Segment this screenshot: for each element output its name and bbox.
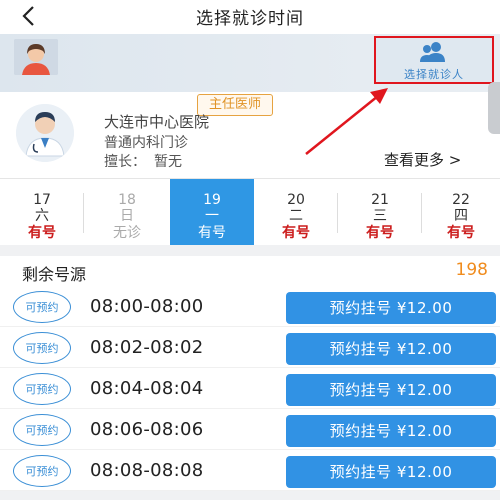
date-status: 有号 xyxy=(198,225,226,241)
date-day: 18 xyxy=(118,192,136,208)
date-17[interactable]: 17 六 有号 xyxy=(0,179,84,245)
date-weekday: 三 xyxy=(373,208,387,224)
book-button[interactable]: 预约挂号 ¥12.00 xyxy=(286,333,496,365)
date-day: 21 xyxy=(371,192,389,208)
available-stamp: 可预约 xyxy=(13,455,71,487)
remaining-label: 剩余号源 xyxy=(22,265,87,284)
book-button[interactable]: 预约挂号 ¥12.00 xyxy=(286,415,496,447)
date-22[interactable]: 22 四 有号 xyxy=(422,179,500,245)
available-stamp: 可预约 xyxy=(13,332,71,364)
slot-row: 可预约 08:02-08:02 预约挂号 ¥12.00 xyxy=(0,327,500,368)
remaining-slots-header: 剩余号源 198 xyxy=(0,256,500,286)
patient-avatar-icon xyxy=(14,39,58,75)
remaining-count: 198 xyxy=(455,260,488,280)
specialty-label: 擅长： xyxy=(104,154,146,170)
doctor-card: 主任医师 大连市中心医院 普通内科门诊 擅长： 暂无 查看更多 > xyxy=(0,92,500,178)
date-weekday: 六 xyxy=(35,208,49,224)
date-status: 有号 xyxy=(447,225,475,241)
doctor-avatar-icon xyxy=(16,104,74,162)
book-button[interactable]: 预约挂号 ¥12.00 xyxy=(286,456,496,488)
date-day: 17 xyxy=(33,192,51,208)
specialty-value: 暂无 xyxy=(154,154,182,170)
date-selector: 17 六 有号 18 日 无诊 19 一 有号 20 二 有号 21 三 有号 … xyxy=(0,178,500,245)
slot-row: 可预约 08:08-08:08 预约挂号 ¥12.00 xyxy=(0,450,500,491)
date-status: 有号 xyxy=(28,225,56,241)
available-stamp: 可预约 xyxy=(13,291,71,323)
department-name: 普通内科门诊 xyxy=(104,135,188,151)
date-weekday: 二 xyxy=(289,208,303,224)
hospital-name: 大连市中心医院 xyxy=(104,113,210,131)
header-bar: 选择就诊时间 xyxy=(0,0,500,34)
slot-list: 可预约 08:00-08:00 预约挂号 ¥12.00 可预约 08:02-08… xyxy=(0,286,500,491)
available-stamp: 可预约 xyxy=(13,414,71,446)
date-21[interactable]: 21 三 有号 xyxy=(338,179,422,245)
page-title: 选择就诊时间 xyxy=(196,9,304,29)
date-day: 19 xyxy=(203,192,221,208)
red-arrow-icon xyxy=(305,88,388,155)
slot-time: 08:00-08:00 xyxy=(90,296,204,317)
date-day: 20 xyxy=(287,192,305,208)
slot-row: 可预约 08:04-08:04 预约挂号 ¥12.00 xyxy=(0,368,500,409)
book-button[interactable]: 预约挂号 ¥12.00 xyxy=(286,374,496,406)
date-weekday: 四 xyxy=(454,208,468,224)
date-status: 无诊 xyxy=(113,225,141,241)
date-20[interactable]: 20 二 有号 xyxy=(254,179,338,245)
date-status: 有号 xyxy=(366,225,394,241)
slot-time: 08:08-08:08 xyxy=(90,460,204,481)
user-group-icon xyxy=(420,42,445,62)
side-drawer-handle[interactable] xyxy=(488,82,500,134)
date-19[interactable]: 19 一 有号 xyxy=(170,179,254,245)
date-18[interactable]: 18 日 无诊 xyxy=(84,179,170,245)
date-weekday: 一 xyxy=(205,208,219,224)
specialty: 擅长： 暂无 xyxy=(104,151,182,171)
date-status: 有号 xyxy=(282,225,310,241)
date-weekday: 日 xyxy=(120,208,134,224)
date-day: 22 xyxy=(452,192,470,208)
book-button[interactable]: 预约挂号 ¥12.00 xyxy=(286,292,496,324)
slot-row: 可预约 08:00-08:00 预约挂号 ¥12.00 xyxy=(0,286,500,327)
slot-time: 08:04-08:04 xyxy=(90,378,204,399)
slot-time: 08:02-08:02 xyxy=(90,337,204,358)
slot-row: 可预约 08:06-08:06 预约挂号 ¥12.00 xyxy=(0,409,500,450)
available-stamp: 可预约 xyxy=(13,373,71,405)
select-patient-button[interactable]: 选择就诊人 xyxy=(374,36,494,84)
slot-time: 08:06-08:06 xyxy=(90,419,204,440)
